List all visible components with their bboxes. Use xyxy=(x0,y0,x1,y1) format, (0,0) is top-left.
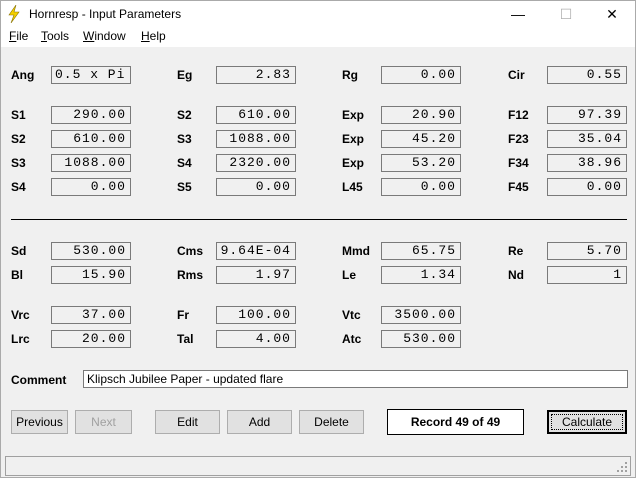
sd-field[interactable]: 530.00 xyxy=(51,242,131,260)
f34-field[interactable]: 38.96 xyxy=(547,154,627,172)
l45-field[interactable]: 0.00 xyxy=(381,178,461,196)
exp1-label: Exp xyxy=(342,108,365,122)
s1-field[interactable]: 290.00 xyxy=(51,106,131,124)
f12-field[interactable]: 97.39 xyxy=(547,106,627,124)
add-button[interactable]: Add xyxy=(227,410,292,434)
s5-field[interactable]: 0.00 xyxy=(216,178,296,196)
exp2-field[interactable]: 45.20 xyxy=(381,130,461,148)
rms-field[interactable]: 1.97 xyxy=(216,266,296,284)
exp3-field[interactable]: 53.20 xyxy=(381,154,461,172)
lrc-label: Lrc xyxy=(11,332,30,346)
eg-label: Eg xyxy=(177,68,193,82)
title-bar[interactable]: Hornresp - Input Parameters — ☐ ✕ xyxy=(1,1,635,27)
menu-window[interactable]: Window xyxy=(83,29,126,43)
menu-tools[interactable]: Tools xyxy=(41,29,69,43)
atc-label: Atc xyxy=(342,332,362,346)
s4-label-2: S4 xyxy=(11,180,26,194)
le-field[interactable]: 1.34 xyxy=(381,266,461,284)
nd-field[interactable]: 1 xyxy=(547,266,627,284)
exp1-field[interactable]: 20.90 xyxy=(381,106,461,124)
record-indicator: Record 49 of 49 xyxy=(387,409,524,435)
s3-field[interactable]: 1088.00 xyxy=(216,130,296,148)
s2-field[interactable]: 610.00 xyxy=(216,106,296,124)
vtc-field[interactable]: 3500.00 xyxy=(381,306,461,324)
s2-label-2: S2 xyxy=(11,132,26,146)
hornresp-window: Hornresp - Input Parameters — ☐ ✕ File T… xyxy=(0,0,636,478)
status-bar xyxy=(5,456,631,476)
next-button[interactable]: Next xyxy=(75,410,132,434)
ang-field[interactable]: 0.5 x Pi xyxy=(51,66,131,84)
section-divider xyxy=(11,219,627,220)
minimize-button[interactable]: — xyxy=(495,1,541,27)
delete-button[interactable]: Delete xyxy=(299,410,364,434)
s4-label: S4 xyxy=(177,156,192,170)
exp3-label: Exp xyxy=(342,156,365,170)
maximize-button[interactable]: ☐ xyxy=(543,1,589,27)
s2-label: S2 xyxy=(177,108,192,122)
f12-label: F12 xyxy=(508,108,529,122)
menu-bar: File Tools Window Help xyxy=(1,27,635,47)
window-title: Hornresp - Input Parameters xyxy=(29,7,182,21)
rms-label: Rms xyxy=(177,268,204,282)
s3-field-2[interactable]: 1088.00 xyxy=(51,154,131,172)
f45-field[interactable]: 0.00 xyxy=(547,178,627,196)
f34-label: F34 xyxy=(508,156,529,170)
previous-button[interactable]: Previous xyxy=(11,410,68,434)
mmd-field[interactable]: 65.75 xyxy=(381,242,461,260)
menu-help[interactable]: Help xyxy=(141,29,166,43)
edit-button[interactable]: Edit xyxy=(155,410,220,434)
bl-label: Bl xyxy=(11,268,23,282)
bl-field[interactable]: 15.90 xyxy=(51,266,131,284)
rg-field[interactable]: 0.00 xyxy=(381,66,461,84)
l45-label: L45 xyxy=(342,180,363,194)
s4-field[interactable]: 2320.00 xyxy=(216,154,296,172)
eg-field[interactable]: 2.83 xyxy=(216,66,296,84)
re-field[interactable]: 5.70 xyxy=(547,242,627,260)
nd-label: Nd xyxy=(508,268,524,282)
calculate-button[interactable]: Calculate xyxy=(547,410,627,434)
cir-field[interactable]: 0.55 xyxy=(547,66,627,84)
s1-label: S1 xyxy=(11,108,26,122)
fr-label: Fr xyxy=(177,308,189,322)
cms-label: Cms xyxy=(177,244,204,258)
ang-label: Ang xyxy=(11,68,35,82)
s3-label: S3 xyxy=(177,132,192,146)
comment-field[interactable]: Klipsch Jubilee Paper - updated flare xyxy=(83,370,628,388)
f23-field[interactable]: 35.04 xyxy=(547,130,627,148)
re-label: Re xyxy=(508,244,524,258)
lrc-field[interactable]: 20.00 xyxy=(51,330,131,348)
cir-label: Cir xyxy=(508,68,525,82)
menu-file[interactable]: File xyxy=(9,29,28,43)
tal-field[interactable]: 4.00 xyxy=(216,330,296,348)
sd-label: Sd xyxy=(11,244,27,258)
cms-field[interactable]: 9.64E-04 xyxy=(216,242,296,260)
s3-label-2: S3 xyxy=(11,156,26,170)
lightning-bolt-icon xyxy=(8,5,20,23)
tal-label: Tal xyxy=(177,332,194,346)
le-label: Le xyxy=(342,268,357,282)
s4-field-2[interactable]: 0.00 xyxy=(51,178,131,196)
s2-field-2[interactable]: 610.00 xyxy=(51,130,131,148)
rg-label: Rg xyxy=(342,68,358,82)
focus-outline xyxy=(551,414,623,430)
fr-field[interactable]: 100.00 xyxy=(216,306,296,324)
mmd-label: Mmd xyxy=(342,244,370,258)
vrc-label: Vrc xyxy=(11,308,30,322)
comment-label: Comment xyxy=(11,373,67,387)
close-button[interactable]: ✕ xyxy=(589,1,635,27)
f23-label: F23 xyxy=(508,132,529,146)
exp2-label: Exp xyxy=(342,132,365,146)
f45-label: F45 xyxy=(508,180,529,194)
resize-grip-icon[interactable] xyxy=(616,461,628,473)
s5-label: S5 xyxy=(177,180,192,194)
vtc-label: Vtc xyxy=(342,308,361,322)
vrc-field[interactable]: 37.00 xyxy=(51,306,131,324)
atc-field[interactable]: 530.00 xyxy=(381,330,461,348)
